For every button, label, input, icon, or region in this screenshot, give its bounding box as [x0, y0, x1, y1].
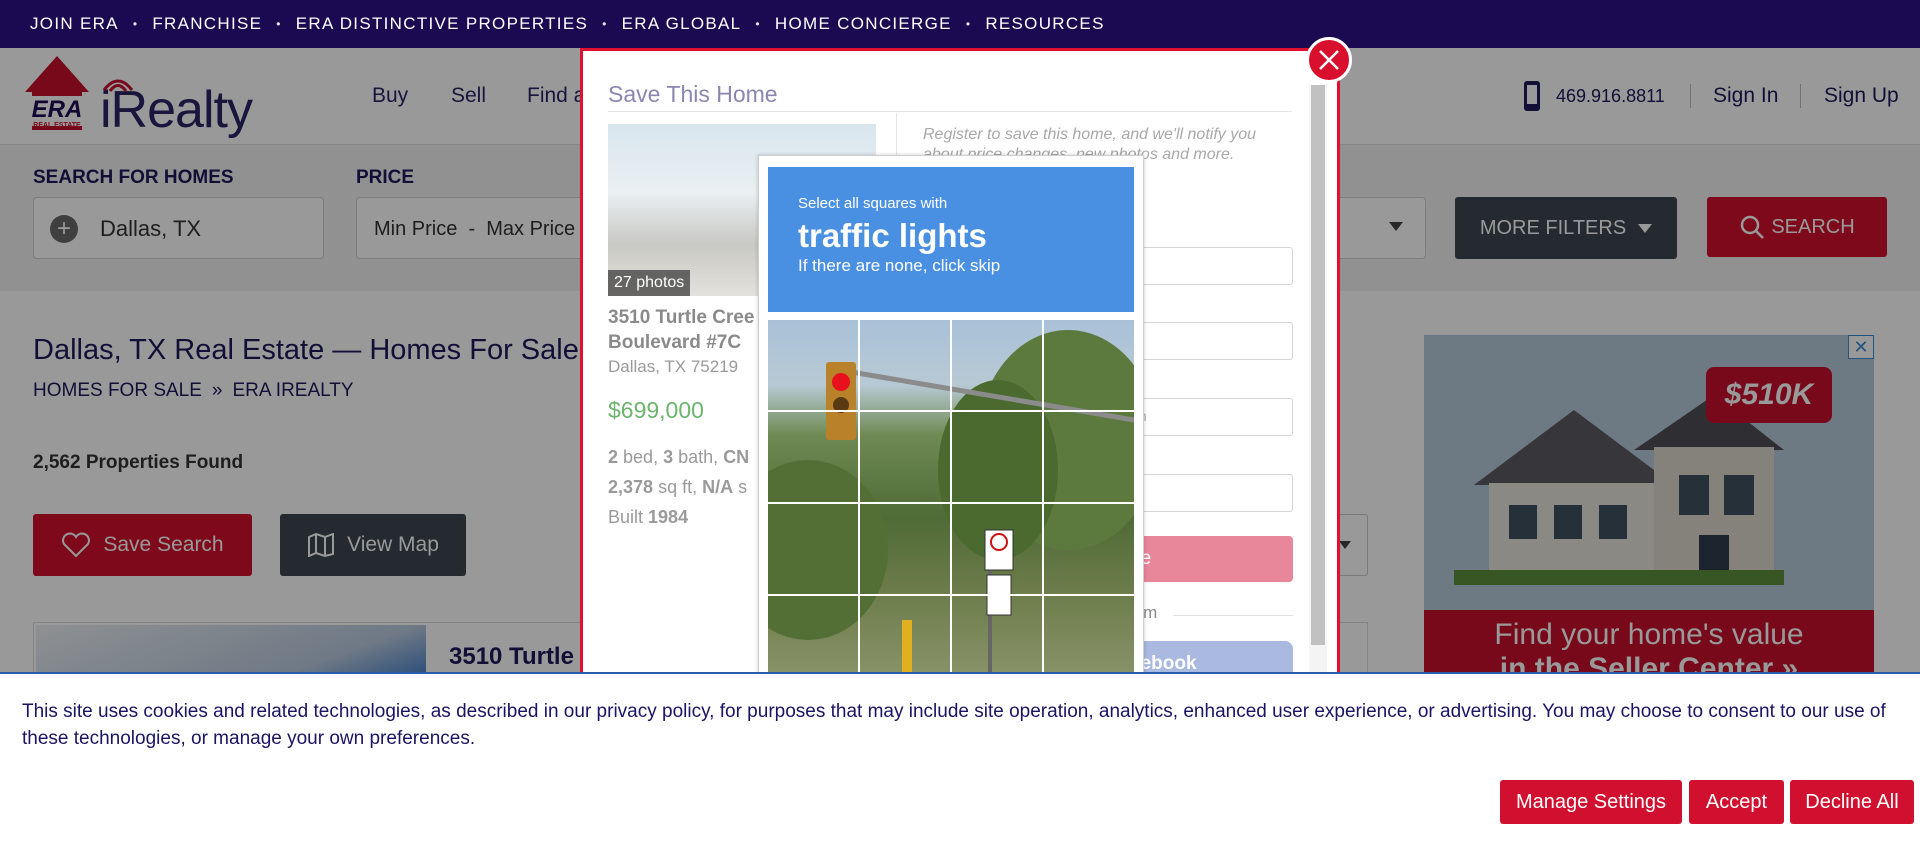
listing-built: Built 1984	[608, 507, 688, 528]
separator-dot: •	[755, 17, 761, 31]
sqft-value: 2,378	[608, 477, 654, 497]
sqft-unit: sq ft,	[658, 477, 698, 497]
topbar-link-resources[interactable]: RESOURCES	[985, 14, 1104, 34]
listing-sqft: 2,378 sq ft, N/A s	[608, 477, 747, 498]
modal-title: Save This Home	[608, 81, 778, 107]
top-navigation-bar: JOIN ERA • FRANCHISE • ERA DISTINCTIVE P…	[0, 0, 1920, 48]
accept-cookies-button[interactable]: Accept	[1689, 780, 1784, 824]
listing-price: $699,000	[608, 397, 704, 423]
first-name-field[interactable]	[1128, 247, 1293, 285]
modal-scrollbar-thumb[interactable]	[1311, 85, 1325, 645]
cn-value: CN	[723, 447, 750, 467]
close-icon	[1319, 50, 1339, 70]
captcha-target-object: traffic lights	[798, 217, 987, 254]
topbar-link-global[interactable]: ERA GLOBAL	[622, 14, 742, 34]
listing-address-line-1: 3510 Turtle Cree	[608, 307, 755, 328]
captcha-instruction-line-3: If there are none, click skip	[798, 256, 1001, 275]
email-field[interactable]: m	[1128, 398, 1293, 436]
beds-value: 2	[608, 447, 619, 467]
phone-field[interactable]	[1128, 474, 1293, 512]
listing-address-line-2: Boulevard #7C	[608, 332, 742, 353]
save-home-submit-button[interactable]: ne	[1128, 536, 1293, 582]
or-divider-line	[1173, 615, 1293, 616]
register-prompt-line-1: Register to save this home, and we'll no…	[923, 126, 1256, 143]
built-label: Built	[608, 507, 644, 527]
lot-value: N/A	[702, 477, 734, 497]
topbar-link-concierge[interactable]: HOME CONCIERGE	[775, 14, 952, 34]
captcha-tile-grid[interactable]	[768, 320, 1134, 680]
topbar-link-join-era[interactable]: JOIN ERA	[30, 14, 119, 34]
captcha-instruction-line-1: Select all squares with	[798, 195, 948, 212]
manage-settings-button[interactable]: Manage Settings	[1500, 780, 1682, 824]
separator-dot: •	[602, 17, 608, 31]
listing-beds-baths: 2 bed, 3 bath, CN	[608, 447, 749, 468]
topbar-link-distinctive[interactable]: ERA DISTINCTIVE PROPERTIES	[296, 14, 588, 34]
modal-title-divider	[608, 111, 1292, 112]
baths-unit: bath,	[678, 447, 719, 467]
captcha-instructions: Select all squares with traffic lights I…	[768, 167, 1134, 312]
baths-value: 3	[663, 447, 674, 467]
topbar-link-franchise[interactable]: FRANCHISE	[152, 14, 262, 34]
facebook-login-button[interactable]: cebook	[1128, 641, 1293, 673]
decline-all-button[interactable]: Decline All	[1790, 780, 1914, 824]
cookie-consent-text: This site uses cookies and related techn…	[22, 701, 1886, 749]
lot-unit: s	[738, 477, 748, 497]
separator-dot: •	[276, 17, 282, 31]
built-year: 1984	[648, 507, 689, 527]
captcha-image-grid	[768, 320, 1134, 680]
beds-unit: bed,	[623, 447, 659, 467]
separator-dot: •	[132, 17, 139, 31]
separator-dot: •	[965, 17, 972, 31]
modal-close-button[interactable]	[1306, 37, 1352, 83]
photos-count-badge: 27 photos	[608, 270, 691, 296]
listing-city: Dallas, TX 75219	[608, 357, 739, 376]
modal-scrollbar[interactable]	[1309, 85, 1327, 673]
last-name-field[interactable]	[1128, 322, 1293, 360]
